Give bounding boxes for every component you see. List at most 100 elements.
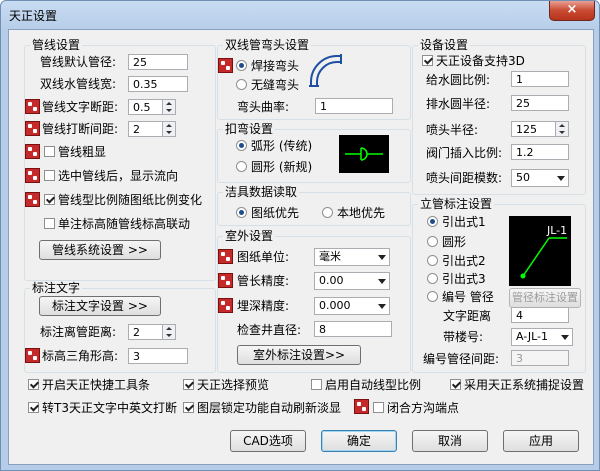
double-width-input[interactable]: 0.35 <box>128 76 188 92</box>
riser-opt3-radio[interactable] <box>427 273 438 284</box>
well-diameter-input[interactable]: 8 <box>314 321 392 337</box>
chevron-down-icon <box>561 335 569 340</box>
triangle-height-input[interactable]: 3 <box>128 348 188 364</box>
circle-radio[interactable] <box>236 161 247 172</box>
close-button[interactable]: × <box>549 1 595 21</box>
snap-checkbox[interactable] <box>450 379 461 390</box>
seamless-label: 无缝弯头 <box>251 78 300 92</box>
ok-button[interactable]: 确定 <box>321 430 397 452</box>
t3-break-checkbox[interactable] <box>28 402 39 413</box>
spin-icon[interactable] <box>162 100 175 114</box>
text-break-value: 0.5 <box>133 101 151 114</box>
riser-circle-label: 圆形 <box>442 235 467 249</box>
pin-icon[interactable] <box>218 273 233 288</box>
spin-icon[interactable] <box>162 325 175 339</box>
nozzle-radius-value: 125 <box>516 123 537 136</box>
show-flow-checkbox[interactable] <box>44 170 55 181</box>
pin-icon[interactable] <box>218 58 233 73</box>
text-settings-button[interactable]: 标注文字设置 >> <box>39 296 161 316</box>
welded-radio[interactable] <box>236 60 247 71</box>
pin-icon[interactable] <box>25 168 40 183</box>
support3d-checkbox[interactable] <box>422 55 433 66</box>
riser-opt2-radio[interactable] <box>427 255 438 266</box>
pin-icon[interactable] <box>354 399 369 414</box>
spin-icon[interactable] <box>162 122 175 136</box>
elbow-title: 双线管弯头设置 <box>223 38 312 52</box>
show-flow-label: 选中管线后，显示流向 <box>58 169 179 183</box>
valve-ratio-label: 阀门插入比例: <box>426 146 503 160</box>
pin-icon[interactable] <box>25 121 40 136</box>
pipe-diameter-settings-button[interactable]: 管径标注设置 <box>509 288 581 308</box>
riser-preview-icon: JL-1 <box>520 224 567 279</box>
preview-checkbox[interactable] <box>183 379 194 390</box>
chevron-down-icon <box>557 176 565 181</box>
length-precision-select[interactable]: 0.00 <box>314 272 390 290</box>
chevron-down-icon <box>378 279 386 284</box>
feed-ratio-input[interactable]: 1 <box>511 71 569 87</box>
text-break-input[interactable]: 0.5 <box>128 99 176 115</box>
cad-options-button[interactable]: CAD选项 <box>230 430 306 452</box>
cancel-button[interactable]: 取消 <box>412 430 488 452</box>
riser-number-radio[interactable] <box>427 291 438 302</box>
drawing-first-label: 图纸优先 <box>251 206 300 220</box>
layer-lock-checkbox[interactable] <box>183 402 194 413</box>
text-distance-input[interactable]: 4 <box>511 307 569 323</box>
riser-preview: JL-1 <box>509 216 571 286</box>
title-bar[interactable]: 天正设置 × <box>1 1 599 29</box>
thick-checkbox[interactable] <box>44 146 55 157</box>
prefix-select[interactable]: A-JL-1 <box>511 328 573 346</box>
pin-icon[interactable] <box>25 348 40 363</box>
outdoor-settings-button[interactable]: 室外标注设置>> <box>237 345 361 365</box>
pin-icon[interactable] <box>25 99 40 114</box>
settings-dialog: 天正设置 × 管线设置 管线默认管径: 25 双线水管线宽: 0.35 管线文字… <box>0 0 600 471</box>
riser-circle-radio[interactable] <box>427 236 438 247</box>
spin-icon[interactable] <box>555 122 568 136</box>
drain-radius-input[interactable]: 25 <box>511 95 569 111</box>
depth-precision-select[interactable]: 0.000 <box>314 297 390 315</box>
nozzle-radius-input[interactable]: 125 <box>511 121 569 137</box>
pipe-distance-value: 2 <box>133 326 140 339</box>
closed-ditch-checkbox[interactable] <box>373 402 384 413</box>
auto-scale-label: 启用自动线型比例 <box>325 378 422 392</box>
drawing-first-radio[interactable] <box>236 207 247 218</box>
scale-change-label: 管线型比例随图纸比例变化 <box>58 193 203 207</box>
nozzle-modulus-select[interactable]: 50 <box>511 169 569 187</box>
bend-preview <box>339 135 389 173</box>
unit-select[interactable]: 毫米 <box>314 248 390 266</box>
snap-label: 采用天正系统捕捉设置 <box>464 378 585 392</box>
toolbar-checkbox[interactable] <box>28 379 39 390</box>
thick-label: 管线粗显 <box>58 145 107 159</box>
riser-opt1-radio[interactable] <box>427 216 438 227</box>
local-first-label: 本地优先 <box>337 206 386 220</box>
pin-icon[interactable] <box>218 298 233 313</box>
number-distance-input[interactable]: 3 <box>511 350 569 366</box>
single-link-checkbox[interactable] <box>44 218 55 229</box>
scale-change-checkbox[interactable] <box>44 194 55 205</box>
apply-button[interactable]: 应用 <box>503 430 579 452</box>
welded-label: 焊接弯头 <box>251 59 300 73</box>
pin-icon[interactable] <box>25 144 40 159</box>
valve-ratio-input[interactable]: 1.2 <box>511 144 569 160</box>
default-dn-input[interactable]: 25 <box>128 54 188 70</box>
pipe-distance-input[interactable]: 2 <box>128 324 176 340</box>
window-title: 天正设置 <box>9 9 58 23</box>
prefix-label: 带楼号: <box>443 330 484 344</box>
nozzle-modulus-label: 喷头间距模数: <box>426 171 503 185</box>
arc-radio[interactable] <box>236 140 247 151</box>
pin-icon[interactable] <box>218 249 233 264</box>
pin-icon[interactable] <box>25 192 40 207</box>
pipe-system-settings-button[interactable]: 管线系统设置 >> <box>39 240 161 260</box>
seamless-radio[interactable] <box>236 79 247 90</box>
length-precision-value: 0.00 <box>319 274 344 287</box>
layer-lock-label: 图层锁定功能自动刷新淡显 <box>197 401 342 415</box>
pipe-distance-label: 标注离管距离: <box>40 325 117 339</box>
text-annotation-title: 标注文字 <box>30 281 83 295</box>
curvature-input[interactable]: 1 <box>315 98 393 114</box>
arc-label: 弧形 (传统) <box>251 139 313 153</box>
chevron-down-icon <box>378 255 386 260</box>
auto-scale-checkbox[interactable] <box>311 379 322 390</box>
pipe-settings-title: 管线设置 <box>30 38 83 52</box>
local-first-radio[interactable] <box>322 207 333 218</box>
triangle-height-label: 标高三角形高: <box>42 349 119 363</box>
break-gap-input[interactable]: 2 <box>128 121 176 137</box>
